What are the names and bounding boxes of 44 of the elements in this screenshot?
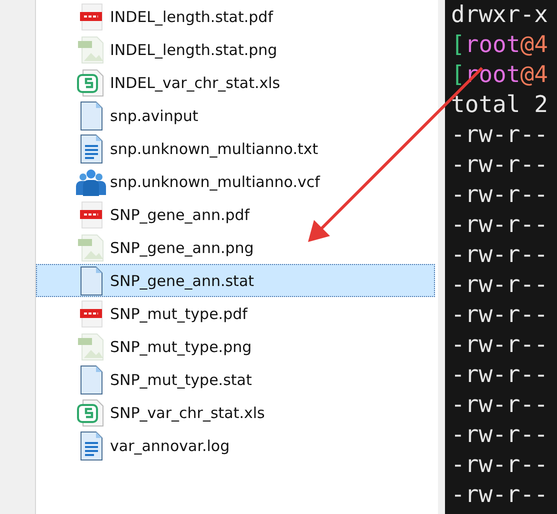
terminal-line: -rw-r-- — [451, 121, 549, 150]
file-item[interactable]: snp.avinput — [36, 99, 435, 132]
file-item[interactable]: SNP_mut_type.pdf — [36, 297, 435, 330]
file-name: INDEL_length.stat.png — [110, 40, 278, 58]
file-name: SNP_mut_type.stat — [110, 370, 252, 388]
file-item[interactable]: SNP_gene_ann.png — [36, 231, 435, 264]
file-item[interactable]: SNP_mut_type.png — [36, 330, 435, 363]
file-name: snp.unknown_multianno.vcf — [110, 172, 320, 190]
terminal-line: -rw-r-- — [451, 211, 549, 240]
terminal-line: -rw-r-- — [451, 391, 549, 420]
file-item[interactable]: var_annovar.log — [36, 429, 435, 462]
file-name: INDEL_length.stat.pdf — [110, 8, 273, 26]
terminal-line: -rw-r-- — [451, 361, 549, 390]
terminal-line: -rw-r-- — [451, 331, 549, 360]
file-name: SNP_gene_ann.pdf — [110, 206, 250, 224]
file-name: SNP_var_chr_stat.xls — [110, 404, 265, 422]
terminal-line: -rw-r-- — [451, 421, 549, 450]
terminal-line: -rw-r-- — [451, 451, 549, 480]
terminal-line: total 2 — [451, 91, 549, 120]
file-item[interactable]: INDEL_length.stat.pdf — [36, 0, 435, 33]
terminal-line: -rw-r-- — [451, 301, 549, 330]
terminal-line: [root@4 — [451, 31, 549, 60]
terminal-line: -rw-r-- — [451, 271, 549, 300]
file-name: SNP_mut_type.png — [110, 338, 252, 356]
file-item[interactable]: SNP_var_chr_stat.xls — [36, 396, 435, 429]
file-name: SNP_gene_ann.stat — [110, 272, 254, 290]
file-item[interactable]: SNP_mut_type.stat — [36, 363, 435, 396]
file-item[interactable]: snp.unknown_multianno.txt — [36, 132, 435, 165]
file-item[interactable]: SNP_gene_ann.stat — [36, 264, 435, 297]
terminal-line: -rw-r-- — [451, 151, 549, 180]
file-name: snp.avinput — [110, 106, 198, 124]
file-name: var_annovar.log — [110, 436, 230, 454]
terminal-line: -rw-r-- — [451, 481, 549, 510]
file-item[interactable]: SNP_gene_ann.pdf — [36, 198, 435, 231]
file-name: INDEL_var_chr_stat.xls — [110, 74, 280, 92]
file-name: SNP_gene_ann.png — [110, 238, 254, 256]
file-name: snp.unknown_multianno.txt — [110, 140, 318, 158]
terminal-line: drwxr-x — [451, 1, 549, 30]
file-item[interactable]: INDEL_length.stat.png — [36, 33, 435, 66]
file-name: SNP_mut_type.pdf — [110, 304, 248, 322]
file-item[interactable]: snp.unknown_multianno.vcf — [36, 165, 435, 198]
file-item[interactable]: INDEL_var_chr_stat.xls — [36, 66, 435, 99]
terminal-line: -rw-r-- — [451, 181, 549, 210]
terminal-line: -rw-r-- — [451, 241, 549, 270]
